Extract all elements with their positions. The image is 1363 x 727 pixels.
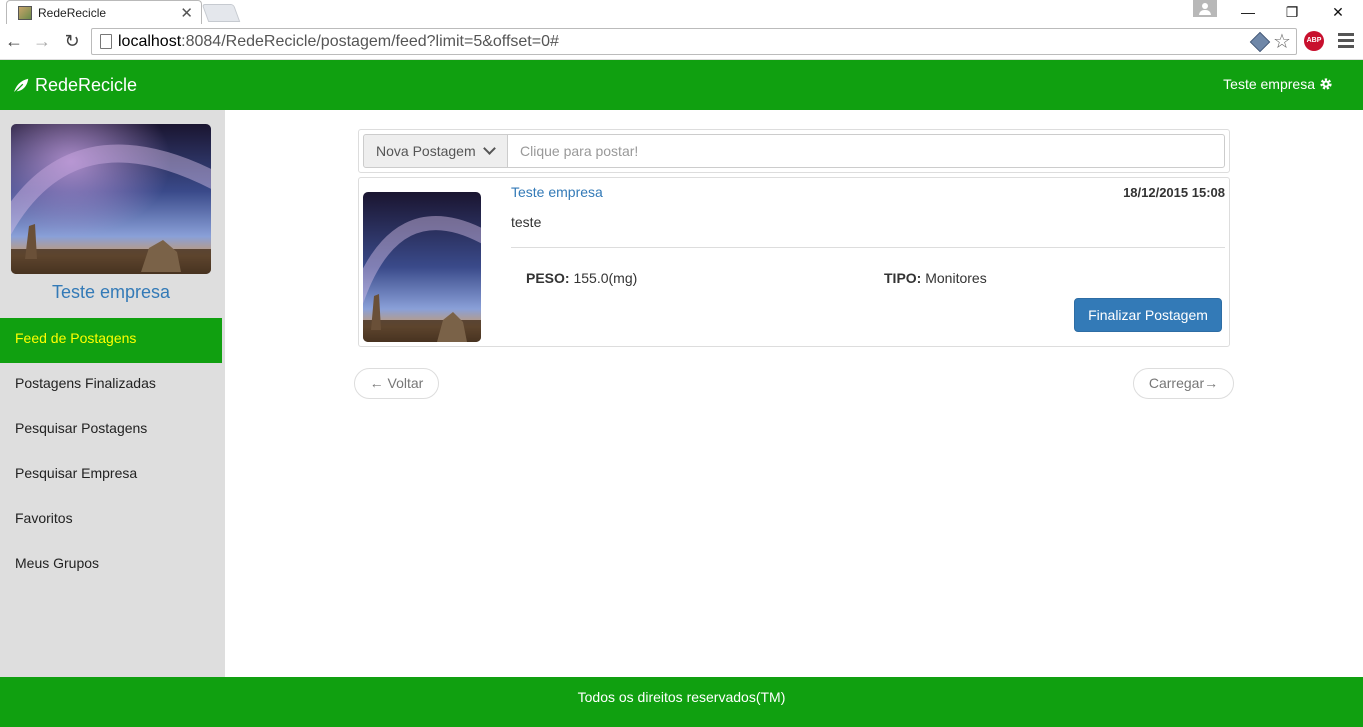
weight-label: PESO: <box>526 270 570 286</box>
load-more-button[interactable]: Carregar→ <box>1133 368 1234 399</box>
weight-value: 155.0(mg) <box>573 270 638 286</box>
previous-page-button[interactable]: ← Voltar <box>354 368 439 399</box>
post-date: 18/12/2015 15:08 <box>1123 185 1225 200</box>
sidebar-item-groups[interactable]: Meus Grupos <box>0 543 222 588</box>
chevron-down-icon <box>483 142 496 155</box>
user-profile-icon[interactable] <box>1193 0 1217 17</box>
post-author-link[interactable]: Teste empresa <box>511 184 603 200</box>
sidebar-item-finalized[interactable]: Postagens Finalizadas <box>0 363 222 408</box>
post-card: Teste empresa 18/12/2015 15:08 teste PES… <box>358 177 1230 347</box>
new-tab-button[interactable] <box>201 4 241 22</box>
new-post-dropdown-label: Nova Postagem <box>376 143 476 159</box>
reload-icon[interactable]: ↻ <box>61 30 83 52</box>
browser-toolbar: ← → ↻ localhost:8084/RedeRecicle/postage… <box>0 24 1363 60</box>
post-text: teste <box>511 214 542 230</box>
browser-menu-icon[interactable] <box>1338 33 1354 49</box>
bookmark-star-icon[interactable]: ☆ <box>1273 29 1291 54</box>
browser-tabstrip: RedeRecicle ✕ — ❐ ✕ <box>0 0 1363 24</box>
footer: Todos os direitos reservados(TM) <box>0 677 1363 727</box>
profile-name[interactable]: Teste empresa <box>0 282 222 303</box>
user-menu[interactable]: Teste empresa <box>1223 76 1333 92</box>
user-name: Teste empresa <box>1223 76 1315 92</box>
app-navbar: RedeRecicle Teste empresa <box>0 60 1363 110</box>
sidebar: Teste empresa Feed de Postagens Postagen… <box>0 110 225 677</box>
back-arrow-icon[interactable]: ← <box>3 30 25 52</box>
leaf-icon <box>13 78 29 94</box>
post-composer: Nova Postagem <box>358 129 1230 173</box>
type-value: Monitores <box>925 270 987 286</box>
post-image <box>363 192 481 342</box>
new-post-dropdown[interactable]: Nova Postagem <box>363 134 508 168</box>
sidebar-item-feed[interactable]: Feed de Postagens <box>0 318 222 363</box>
post-type: TIPO: Monitores <box>884 270 987 286</box>
minimize-button[interactable]: — <box>1225 0 1271 24</box>
sidebar-item-search-posts[interactable]: Pesquisar Postagens <box>0 408 222 453</box>
profile-image <box>11 124 211 274</box>
type-label: TIPO: <box>884 270 922 286</box>
sidebar-item-search-company[interactable]: Pesquisar Empresa <box>0 453 222 498</box>
adblock-icon[interactable]: ABP <box>1304 31 1324 51</box>
extension-cube-icon[interactable] <box>1249 31 1271 53</box>
finalize-post-button[interactable]: Finalizar Postagem <box>1074 298 1222 332</box>
browser-tab[interactable]: RedeRecicle ✕ <box>6 0 202 24</box>
tab-title: RedeRecicle <box>38 6 107 20</box>
sidebar-item-favorites[interactable]: Favoritos <box>0 498 222 543</box>
side-nav: Feed de Postagens Postagens Finalizadas … <box>0 318 222 588</box>
post-weight: PESO: 155.0(mg) <box>526 270 637 286</box>
url-text[interactable]: localhost:8084/RedeRecicle/postagem/feed… <box>118 33 559 51</box>
gear-icon <box>1320 78 1332 90</box>
close-tab-icon[interactable]: ✕ <box>180 4 193 22</box>
footer-text: Todos os direitos reservados(TM) <box>577 689 786 705</box>
brand-name: RedeRecicle <box>35 75 138 95</box>
favicon-icon <box>18 6 32 20</box>
page-icon <box>100 34 112 49</box>
post-input[interactable] <box>507 134 1225 168</box>
brand-link[interactable]: RedeRecicle <box>12 75 137 96</box>
divider <box>511 247 1225 248</box>
close-window-button[interactable]: ✕ <box>1315 0 1361 24</box>
restore-button[interactable]: ❐ <box>1269 0 1315 24</box>
address-bar[interactable]: localhost:8084/RedeRecicle/postagem/feed… <box>91 28 1297 55</box>
forward-arrow-icon[interactable]: → <box>31 30 53 52</box>
